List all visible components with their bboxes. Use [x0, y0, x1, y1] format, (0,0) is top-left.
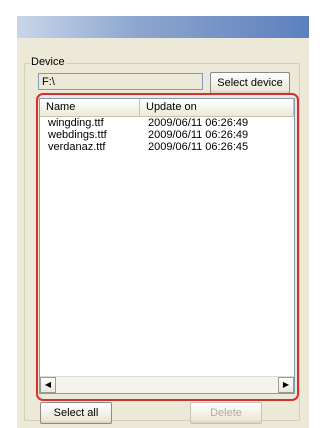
device-path-field: F:\: [38, 73, 203, 90]
device-group-label: Device: [30, 55, 66, 69]
delete-button[interactable]: Delete: [190, 402, 262, 424]
select-device-button[interactable]: Select device: [210, 72, 290, 94]
highlight-outline: [36, 93, 299, 401]
select-all-button[interactable]: Select all: [40, 402, 112, 424]
window-title-bar: [17, 16, 309, 38]
